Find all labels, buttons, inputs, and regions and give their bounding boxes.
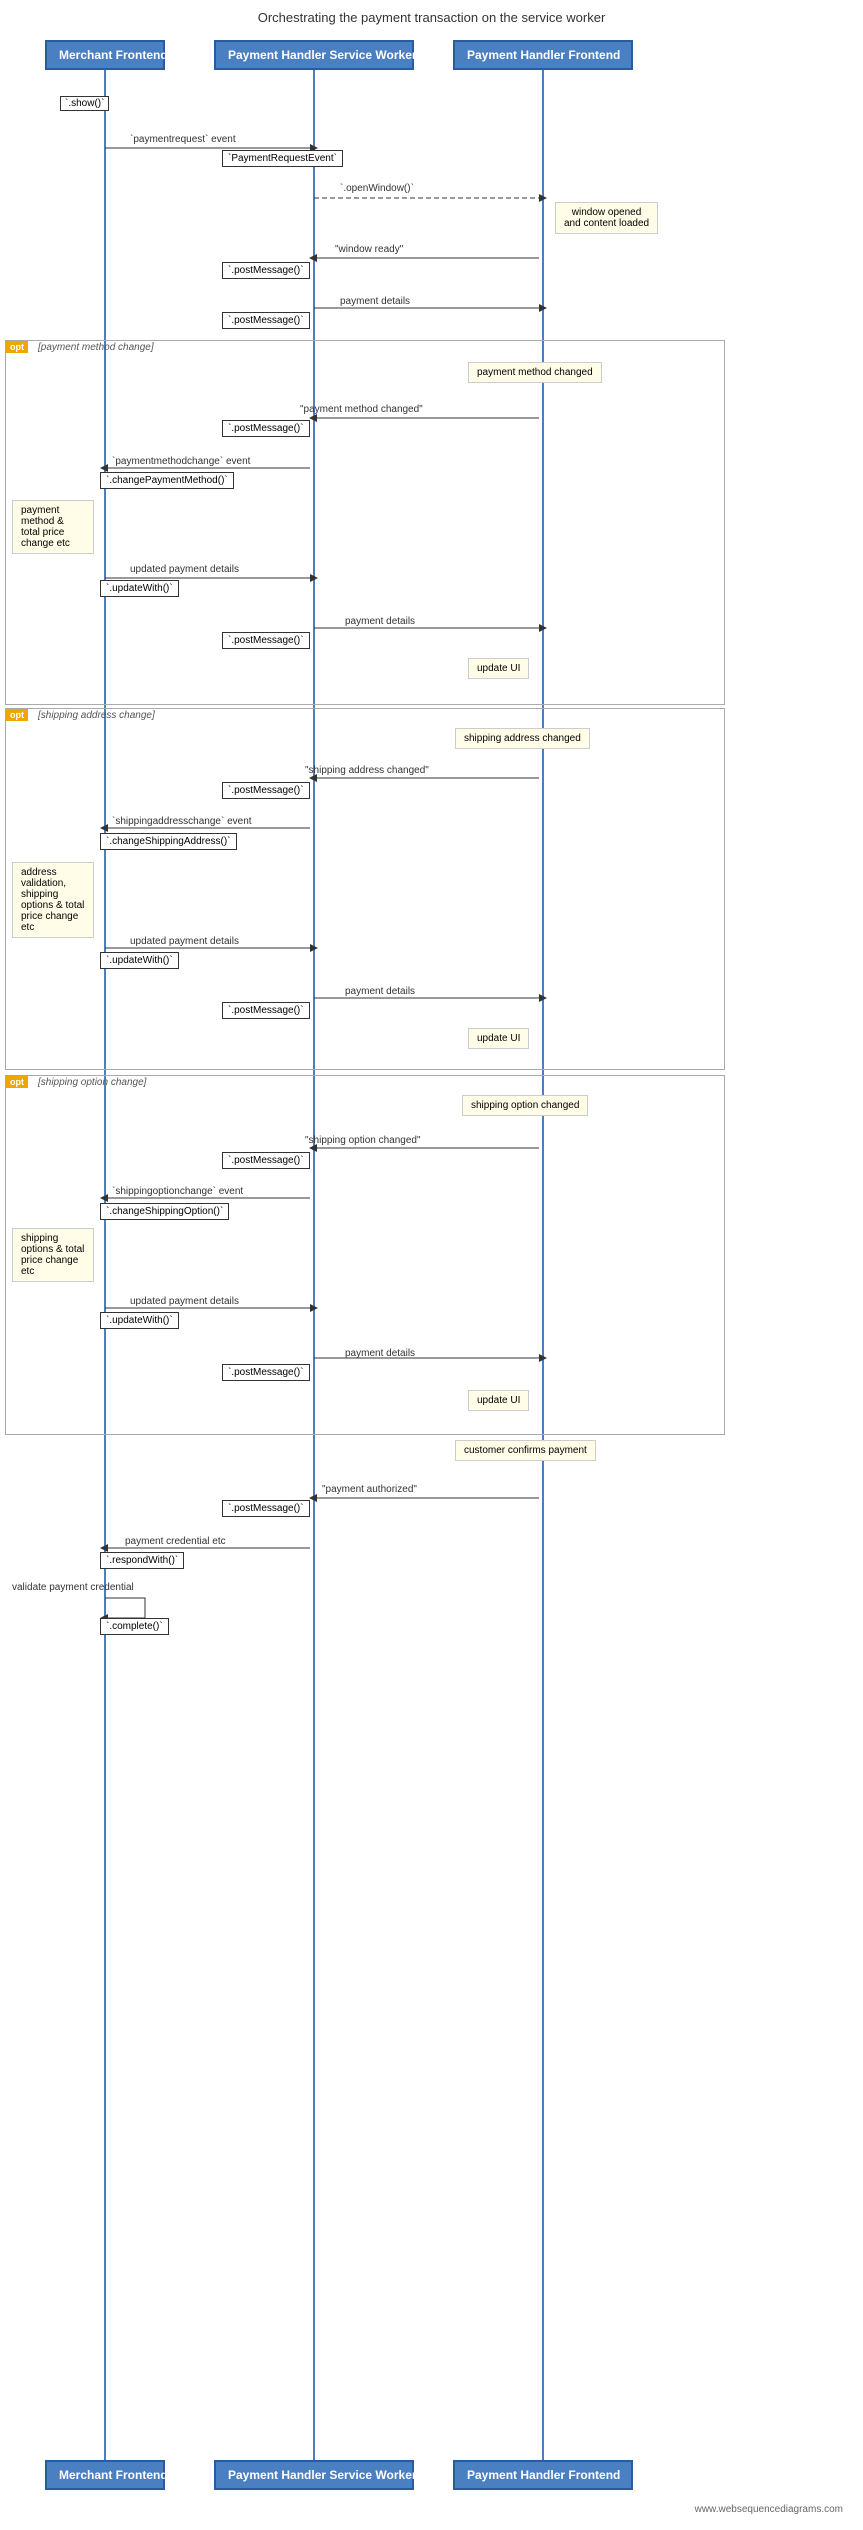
opt-condition-1: [payment method change] — [38, 342, 154, 353]
post-message-box-6: `.postMessage()` — [222, 1002, 310, 1019]
show-method-box: `.show()` — [60, 96, 109, 111]
change-shipping-address-box: `.changeShippingAddress()` — [100, 833, 237, 850]
shipping-options-note: shipping options & total price change et… — [12, 1228, 94, 1282]
post-message-box-2: `.postMessage()` — [222, 312, 310, 329]
shipping-address-changed-label: "shipping address changed" — [305, 765, 429, 776]
payment-authorized-label: "payment authorized" — [322, 1484, 417, 1495]
opt-condition-2: [shipping address change] — [38, 710, 155, 721]
window-ready-label: "window ready" — [335, 244, 403, 255]
opt-label-3: opt — [6, 1076, 28, 1088]
update-ui-note-3: update UI — [468, 1390, 529, 1411]
footer: www.websequencediagrams.com — [695, 2504, 853, 2515]
payment-details-label-4: payment details — [345, 1348, 415, 1359]
respond-with-box: `.respondWith()` — [100, 1552, 184, 1569]
update-ui-note-1: update UI — [468, 658, 529, 679]
shipping-option-changed-note: shipping option changed — [462, 1095, 588, 1116]
payment-details-label-1: payment details — [340, 296, 410, 307]
post-message-box-8: `.postMessage()` — [222, 1364, 310, 1381]
payment-method-changed-note: payment method changed — [468, 362, 602, 383]
window-opened-note: window openedand content loaded — [555, 202, 658, 234]
shippingaddresschange-label: `shippingaddresschange` event — [112, 816, 252, 827]
update-ui-note-2: update UI — [468, 1028, 529, 1049]
opt-payment-method: opt [payment method change] — [5, 340, 725, 705]
customer-confirms-note: customer confirms payment — [455, 1440, 596, 1461]
paymentrequest-label: `paymentrequest` event — [130, 134, 236, 145]
updated-payment-details-label-2: updated payment details — [130, 936, 239, 947]
post-message-box-5: `.postMessage()` — [222, 782, 310, 799]
payment-details-label-3: payment details — [345, 986, 415, 997]
opt-condition-3: [shipping option change] — [38, 1077, 146, 1088]
opt-shipping-address: opt [shipping address change] — [5, 708, 725, 1070]
change-payment-method-box: `.changePaymentMethod()` — [100, 472, 234, 489]
opt-label-1: opt — [6, 341, 28, 353]
post-message-box-7: `.postMessage()` — [222, 1152, 310, 1169]
post-message-box-4: `.postMessage()` — [222, 632, 310, 649]
payment-details-label-2: payment details — [345, 616, 415, 627]
updated-payment-details-label-3: updated payment details — [130, 1296, 239, 1307]
opt-label-2: opt — [6, 709, 28, 721]
shipping-address-changed-note: shipping address changed — [455, 728, 590, 749]
actor-worker-top: Payment Handler Service Worker — [214, 40, 414, 70]
address-validation-note: address validation, shipping options & t… — [12, 862, 94, 938]
diagram-container: Orchestrating the payment transaction on… — [0, 0, 863, 2530]
shippingoptionchange-label: `shippingoptionchange` event — [112, 1186, 243, 1197]
diagram-title: Orchestrating the payment transaction on… — [0, 10, 863, 25]
updated-payment-details-label-1: updated payment details — [130, 564, 239, 575]
complete-box: `.complete()` — [100, 1618, 169, 1635]
update-with-box-3: `.updateWith()` — [100, 1312, 179, 1329]
post-message-box-9: `.postMessage()` — [222, 1500, 310, 1517]
shipping-option-changed-label: "shipping option changed" — [305, 1135, 421, 1146]
post-message-box-1: `.postMessage()` — [222, 262, 310, 279]
actor-merchant-top: Merchant Frontend — [45, 40, 165, 70]
payment-method-changed-label: "payment method changed" — [300, 404, 423, 415]
actor-merchant-bottom: Merchant Frontend — [45, 2460, 165, 2490]
actor-frontend-top: Payment Handler Frontend — [453, 40, 633, 70]
post-message-box-3: `.postMessage()` — [222, 420, 310, 437]
change-shipping-option-box: `.changeShippingOption()` — [100, 1203, 229, 1220]
payment-request-event-box: `PaymentRequestEvent` — [222, 150, 343, 167]
payment-credential-label: payment credential etc — [125, 1536, 226, 1547]
opt-shipping-option: opt [shipping option change] — [5, 1075, 725, 1435]
paymentmethodchange-label: `paymentmethodchange` event — [112, 456, 250, 467]
actor-worker-bottom: Payment Handler Service Worker — [214, 2460, 414, 2490]
open-window-label: `.openWindow()` — [340, 183, 414, 194]
actor-frontend-bottom: Payment Handler Frontend — [453, 2460, 633, 2490]
update-with-box-1: `.updateWith()` — [100, 580, 179, 597]
update-with-box-2: `.updateWith()` — [100, 952, 179, 969]
validate-credential-label: validate payment credential — [12, 1582, 134, 1593]
main-diagram: Merchant Frontend Payment Handler Servic… — [0, 40, 863, 2520]
payment-method-total-price-note: payment method & total price change etc — [12, 500, 94, 554]
